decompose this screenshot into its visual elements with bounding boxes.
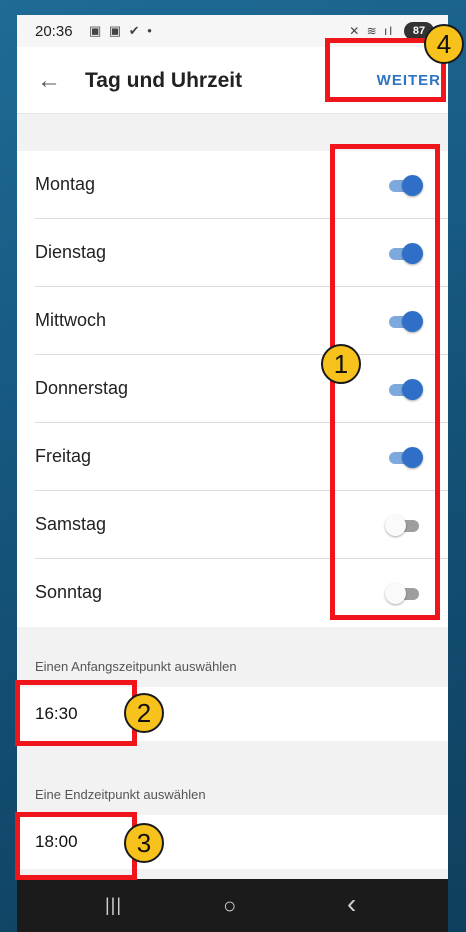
- page-title: Tag und Uhrzeit: [85, 69, 243, 92]
- system-nav-bar: ||| ○ ‹: [17, 879, 448, 932]
- day-label: Donnerstag: [35, 378, 129, 398]
- start-time-label: Einen Anfangszeitpunkt auswählen: [35, 659, 237, 674]
- recents-icon[interactable]: |||: [105, 895, 122, 916]
- day-label: Montag: [35, 174, 96, 194]
- day-label: Dienstag: [35, 242, 107, 262]
- status-time: 20:36: [35, 23, 73, 40]
- annotation-box-start-time: [15, 680, 137, 746]
- day-label: Samstag: [35, 514, 107, 534]
- signal-icons: ✕ ≋ ıl: [349, 24, 394, 38]
- back-arrow-icon[interactable]: ←: [37, 67, 61, 95]
- home-icon[interactable]: ○: [223, 893, 236, 919]
- day-label: Sonntag: [35, 582, 103, 602]
- annotation-badge-1: 1: [321, 344, 361, 384]
- nav-back-icon[interactable]: ‹: [347, 888, 356, 920]
- end-time-label: Eine Endzeitpunkt auswählen: [35, 787, 206, 802]
- day-label: Freitag: [35, 446, 92, 466]
- annotation-badge-4: 4: [424, 24, 464, 64]
- annotation-badge-3: 3: [124, 823, 164, 863]
- notification-icons: ▣ ▣ ✔ •: [89, 23, 154, 38]
- annotation-box-end-time: [15, 812, 137, 880]
- annotation-badge-2: 2: [124, 693, 164, 733]
- day-label: Mittwoch: [35, 310, 107, 330]
